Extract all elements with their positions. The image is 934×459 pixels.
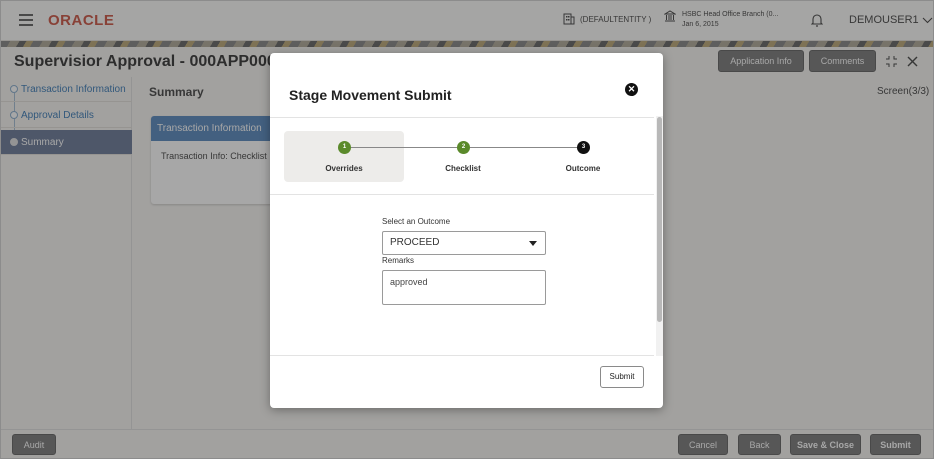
remarks-textarea[interactable]: approved xyxy=(382,270,546,305)
step-3-label[interactable]: Outcome xyxy=(543,164,623,173)
close-icon[interactable]: ✕ xyxy=(625,83,638,96)
submit-button[interactable]: Submit xyxy=(600,366,644,388)
stepper: 1 Overrides 2 Checklist 3 Outcome xyxy=(284,131,644,183)
outcome-value: PROCEED xyxy=(390,237,440,248)
active-step-highlight xyxy=(284,131,404,182)
dropdown-caret-icon xyxy=(529,241,537,246)
step-2-circle[interactable]: 2 xyxy=(457,141,470,154)
step-1-circle[interactable]: 1 xyxy=(338,141,351,154)
remarks-label: Remarks xyxy=(382,256,415,265)
outcome-label: Select an Outcome xyxy=(382,217,451,226)
step-3-circle[interactable]: 3 xyxy=(577,141,590,154)
divider xyxy=(270,355,654,356)
divider xyxy=(270,117,654,118)
step-1-label[interactable]: Overrides xyxy=(304,164,384,173)
stage-movement-dialog: Stage Movement Submit ✕ 1 Overrides 2 Ch… xyxy=(270,53,663,408)
dialog-title: Stage Movement Submit xyxy=(289,87,452,103)
step-2-label[interactable]: Checklist xyxy=(423,164,503,173)
dialog-scrollbar-thumb[interactable] xyxy=(657,117,662,322)
app-window: ORACLE (DEFAULTENTITY ) HSBC Head Office… xyxy=(0,0,934,459)
outcome-select[interactable]: PROCEED xyxy=(382,231,546,255)
divider xyxy=(270,194,654,195)
